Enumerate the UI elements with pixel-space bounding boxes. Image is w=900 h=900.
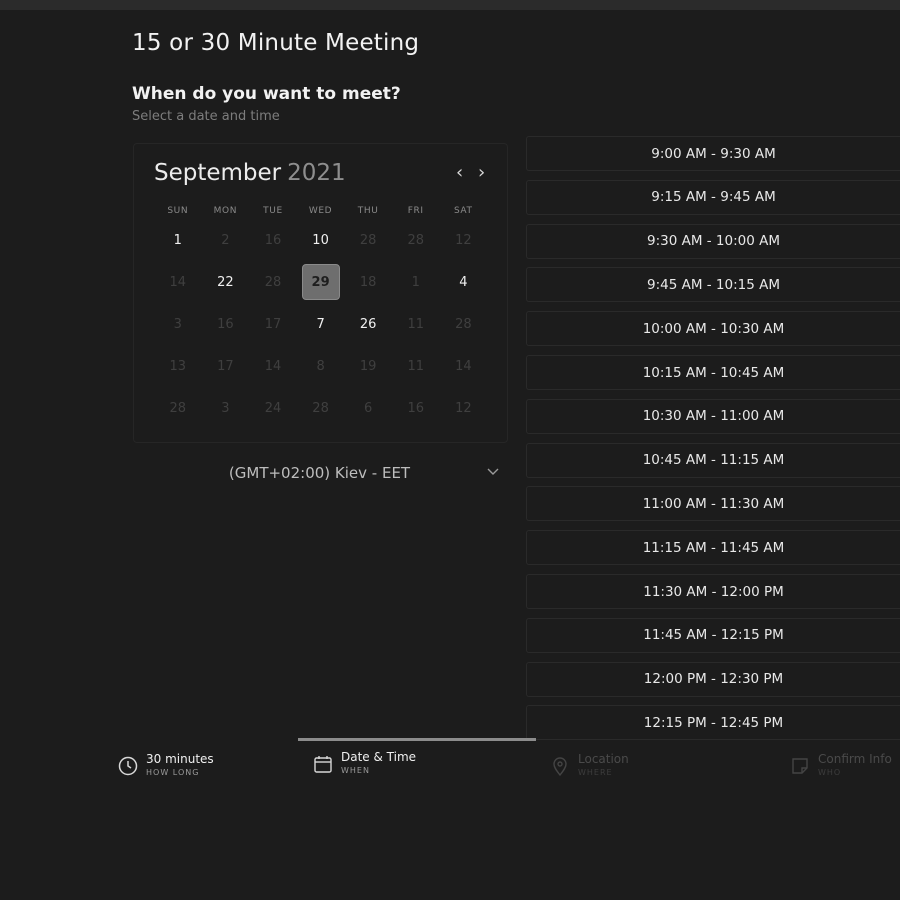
step-duration[interactable]: 30 minutes HOW LONG bbox=[117, 752, 214, 779]
time-slot-button[interactable]: 11:00 AM - 11:30 AM bbox=[526, 486, 900, 522]
calendar-day: 18 bbox=[359, 274, 377, 290]
calendar-day: 17 bbox=[217, 358, 234, 374]
weekday-label: TUE bbox=[263, 206, 283, 216]
chevron-right-icon[interactable]: › bbox=[478, 164, 485, 182]
calendar-day: 3 bbox=[221, 400, 230, 416]
calendar-day: 28 bbox=[169, 400, 187, 416]
step-subtitle: WHO bbox=[818, 768, 842, 777]
progress-indicator bbox=[298, 738, 536, 741]
calendar-day: 2 bbox=[221, 232, 230, 248]
step-title: Location bbox=[578, 752, 629, 766]
time-slot-button[interactable]: 12:15 PM - 12:45 PM bbox=[526, 705, 900, 741]
top-bar bbox=[0, 0, 900, 10]
chevron-left-icon[interactable]: ‹ bbox=[456, 164, 463, 182]
calendar-day: 28 bbox=[359, 232, 377, 248]
step-subtitle: WHEN bbox=[341, 766, 370, 775]
calendar-day: 12 bbox=[455, 232, 472, 248]
calendar-day: 3 bbox=[173, 316, 182, 332]
calendar-day: 28 bbox=[312, 400, 329, 416]
calendar-icon bbox=[314, 756, 332, 773]
step-title: Date & Time bbox=[341, 750, 417, 764]
time-slot-button[interactable]: 9:45 AM - 10:15 AM bbox=[526, 267, 900, 303]
calendar-day: 8 bbox=[316, 358, 325, 374]
month-label: September bbox=[154, 160, 282, 186]
timezone-select[interactable]: (GMT+02:00) Kiev - EET bbox=[133, 458, 506, 488]
calendar-day: 16 bbox=[407, 400, 425, 416]
step-date-time[interactable]: Date & Time WHEN bbox=[312, 750, 416, 777]
calendar-day[interactable]: 4 bbox=[440, 261, 488, 303]
calendar-day: 14 bbox=[169, 274, 187, 290]
time-slot-button[interactable]: 10:15 AM - 10:45 AM bbox=[526, 355, 900, 390]
weekday-header: SUN MON TUE WED THU FRI SAT bbox=[154, 206, 487, 216]
calendar-day-number: 29 bbox=[301, 264, 340, 300]
calendar-day: 11 bbox=[407, 358, 425, 374]
calendar-day[interactable]: 1 bbox=[154, 219, 202, 261]
section-subtitle: Select a date and time bbox=[132, 109, 280, 124]
calendar-day[interactable]: 22 bbox=[202, 261, 250, 303]
page-title: 15 or 30 Minute Meeting bbox=[132, 30, 420, 56]
step-subtitle: WHERE bbox=[578, 768, 613, 777]
calendar-day: 14 bbox=[264, 358, 282, 374]
chevron-down-icon bbox=[487, 468, 499, 475]
weekday-label: SAT bbox=[453, 206, 473, 216]
day-grid: 1 2 16 10 28 28 12 14 22 28 29 18 1 4 3 16 17 7 26 11 28 13 17… bbox=[154, 219, 487, 429]
calendar-day[interactable]: 26 bbox=[344, 303, 392, 345]
step-progress: 30 minutes HOW LONG Date & Time WHEN Loc… bbox=[0, 738, 900, 798]
time-slot-button[interactable]: 9:30 AM - 10:00 AM bbox=[526, 223, 900, 259]
note-icon bbox=[792, 758, 808, 774]
weekday-label: SUN bbox=[167, 206, 189, 216]
time-slot-button[interactable]: 12:00 PM - 12:30 PM bbox=[526, 661, 900, 697]
calendar-day[interactable]: 10 bbox=[297, 219, 345, 261]
weekday-label: THU bbox=[357, 206, 379, 216]
calendar-day: 12 bbox=[455, 400, 472, 416]
step-title: 30 minutes bbox=[146, 752, 214, 766]
calendar-day: 14 bbox=[455, 358, 472, 374]
calendar-day: 28 bbox=[264, 274, 282, 290]
year-label: 2021 bbox=[287, 160, 346, 186]
weekday-label: FRI bbox=[407, 206, 424, 216]
time-slot-button[interactable]: 9:15 AM - 9:45 AM bbox=[526, 179, 900, 215]
location-pin-icon bbox=[553, 757, 567, 777]
calendar-day: 17 bbox=[264, 316, 282, 332]
time-slot-button[interactable]: 11:15 AM - 11:45 AM bbox=[526, 530, 900, 566]
step-confirm[interactable]: Confirm Info WHO bbox=[789, 752, 892, 779]
calendar: September 2021 ‹ › SUN MON TUE WED THU FR… bbox=[133, 143, 508, 443]
step-location[interactable]: Location WHERE bbox=[549, 752, 629, 779]
calendar-day: 11 bbox=[407, 316, 425, 332]
step-subtitle: HOW LONG bbox=[146, 768, 200, 777]
calendar-day: 1 bbox=[411, 274, 420, 290]
calendar-day: 19 bbox=[359, 358, 377, 374]
section-heading: When do you want to meet? bbox=[132, 84, 401, 104]
calendar-day: 28 bbox=[455, 316, 472, 332]
calendar-day: 6 bbox=[364, 400, 373, 416]
calendar-day: 16 bbox=[264, 232, 282, 248]
step-title: Confirm Info bbox=[818, 752, 892, 766]
time-slot-button[interactable]: 9:00 AM - 9:30 AM bbox=[526, 136, 900, 171]
month-year-label: September 2021 bbox=[154, 160, 346, 186]
calendar-day[interactable]: 7 bbox=[297, 303, 345, 345]
weekday-label: MON bbox=[213, 206, 238, 216]
calendar-day: 28 bbox=[407, 232, 425, 248]
time-slot-button[interactable]: 11:30 AM - 12:00 PM bbox=[526, 574, 900, 609]
calendar-day: 16 bbox=[217, 316, 234, 332]
weekday-label: WED bbox=[308, 206, 333, 216]
time-slot-button[interactable]: 11:45 AM - 12:15 PM bbox=[526, 617, 900, 653]
clock-icon bbox=[118, 756, 138, 776]
time-slot-button[interactable]: 10:45 AM - 11:15 AM bbox=[526, 442, 900, 478]
calendar-day-selected[interactable]: 29 bbox=[297, 261, 345, 303]
timezone-label: (GMT+02:00) Kiev - EET bbox=[228, 464, 411, 482]
time-slot-button[interactable]: 10:30 AM - 11:00 AM bbox=[526, 398, 900, 434]
calendar-day: 24 bbox=[264, 400, 282, 416]
calendar-day: 13 bbox=[169, 358, 187, 374]
time-slot-button[interactable]: 10:00 AM - 10:30 AM bbox=[526, 311, 900, 347]
